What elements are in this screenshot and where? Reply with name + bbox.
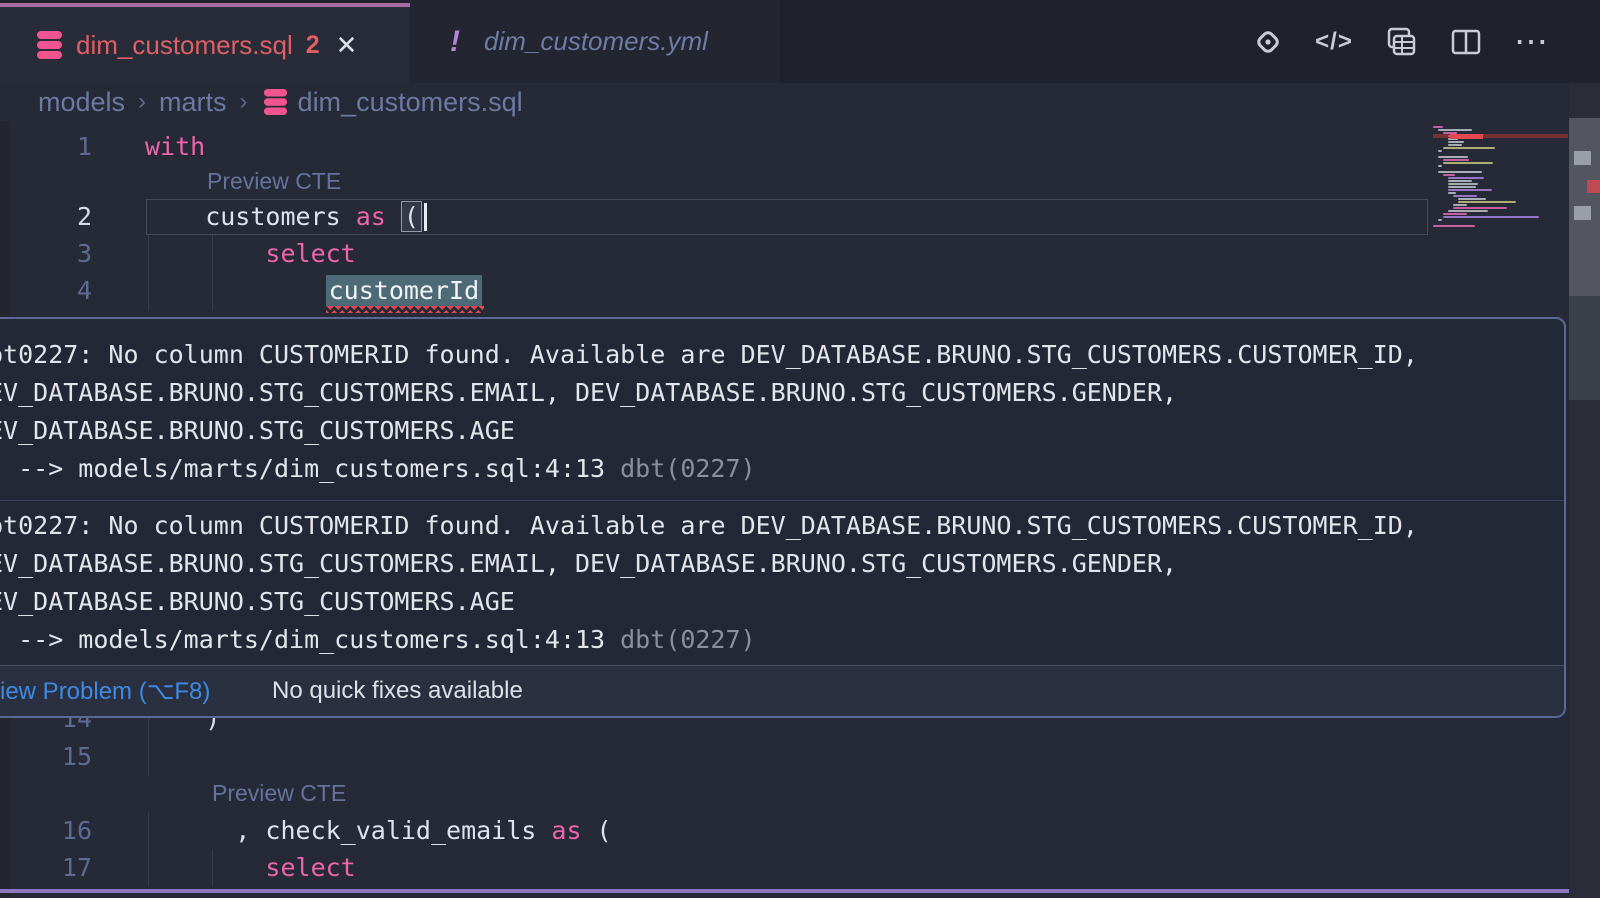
tab-dim-customers-sql[interactable]: dim_customers.sql 2 ✕	[0, 3, 410, 83]
code-icon[interactable]: </>	[1314, 22, 1354, 62]
warning-exclamation-icon: !	[450, 25, 460, 59]
problem-message-2: bt0227: No column CUSTOMERID found. Avai…	[0, 500, 1564, 665]
tab-dirty-badge: 2	[306, 31, 320, 60]
popup-status-bar: iew Problem (⌥F8) No quick fixes availab…	[0, 665, 1564, 716]
minimap-lines	[1400, 126, 1570, 238]
indent-guide	[148, 738, 149, 776]
minimap[interactable]	[1400, 126, 1570, 238]
problem-text: EV_DATABASE.BRUNO.STG_CUSTOMERS.EMAIL, D…	[0, 545, 1564, 583]
breadcrumb-models[interactable]: models	[38, 87, 125, 118]
database-icon	[36, 30, 63, 60]
split-editor-icon[interactable]	[1446, 22, 1486, 62]
line-number-active: 2	[0, 198, 92, 236]
breadcrumb: models › marts › dim_customers.sql	[0, 83, 1600, 121]
problem-text: EV_DATABASE.BRUNO.STG_CUSTOMERS.AGE	[0, 583, 1564, 621]
problem-message-1: bt0227: No column CUSTOMERID found. Avai…	[0, 319, 1564, 500]
code-line-2[interactable]: 2 customers as (	[0, 198, 1600, 236]
breadcrumb-file[interactable]: dim_customers.sql	[298, 87, 523, 118]
vscode-window: dim_customers.sql 2 ✕ ! dim_customers.ym…	[0, 0, 1600, 898]
code-line-4[interactable]: 4 customerId	[0, 272, 1600, 310]
code-line-3[interactable]: 3 select	[0, 235, 1600, 273]
problem-location: --> models/marts/dim_customers.sql:4:13d…	[0, 621, 1564, 659]
line-number: 1	[0, 128, 92, 166]
problem-code: dbt(0227)	[620, 454, 755, 483]
line-number: 15	[0, 738, 92, 776]
tab-label: dim_customers.yml	[484, 26, 708, 57]
text-cursor	[424, 203, 427, 231]
tab-bar: dim_customers.sql 2 ✕ ! dim_customers.ym…	[0, 0, 1600, 83]
no-quick-fixes-label: No quick fixes available	[272, 677, 523, 705]
bottom-accent-rule	[0, 889, 1600, 893]
problem-text: EV_DATABASE.BRUNO.STG_CUSTOMERS.EMAIL, D…	[0, 374, 1564, 412]
close-icon[interactable]: ✕	[336, 30, 358, 61]
more-actions-icon[interactable]: ⋯	[1512, 22, 1552, 62]
chevron-right-icon: ›	[240, 88, 248, 116]
problem-code: dbt(0227)	[620, 625, 755, 654]
view-problem-link[interactable]: iew Problem (⌥F8)	[0, 677, 210, 706]
scrollbar-thumb-secondary[interactable]	[1569, 296, 1600, 400]
problem-text: bt0227: No column CUSTOMERID found. Avai…	[0, 507, 1564, 545]
database-icon	[263, 88, 288, 116]
copy-table-icon[interactable]	[1380, 22, 1420, 62]
codelens-preview-cte[interactable]: Preview CTE	[212, 777, 346, 809]
line-number: 4	[0, 272, 92, 310]
line-number: 17	[0, 849, 92, 887]
problem-text: bt0227: No column CUSTOMERID found. Avai…	[0, 336, 1564, 374]
editor-actions: </> ⋯	[1248, 0, 1552, 83]
minimap-error-word	[1450, 134, 1483, 139]
code-line-17[interactable]: 17 select	[0, 849, 1600, 887]
code-line-1[interactable]: 1 with	[0, 128, 1600, 166]
line-number: 16	[0, 812, 92, 850]
problem-hover-popup: bt0227: No column CUSTOMERID found. Avai…	[0, 317, 1566, 718]
code-line-15[interactable]: 15	[0, 738, 1600, 776]
dbt-power-user-icon[interactable]	[1248, 22, 1288, 62]
problem-location: --> models/marts/dim_customers.sql:4:13d…	[0, 450, 1564, 488]
chevron-right-icon: ›	[138, 88, 146, 116]
line-number: 3	[0, 235, 92, 273]
breadcrumb-marts[interactable]: marts	[159, 87, 227, 118]
problem-text: EV_DATABASE.BRUNO.STG_CUSTOMERS.AGE	[0, 412, 1564, 450]
tab-dim-customers-yml[interactable]: ! dim_customers.yml	[410, 0, 780, 83]
code-line-16[interactable]: 16 , check_valid_emails as (	[0, 812, 1600, 850]
error-squiggle	[326, 306, 484, 313]
codelens-preview-cte[interactable]: Preview CTE	[207, 165, 341, 197]
tab-label: dim_customers.sql	[76, 30, 293, 61]
